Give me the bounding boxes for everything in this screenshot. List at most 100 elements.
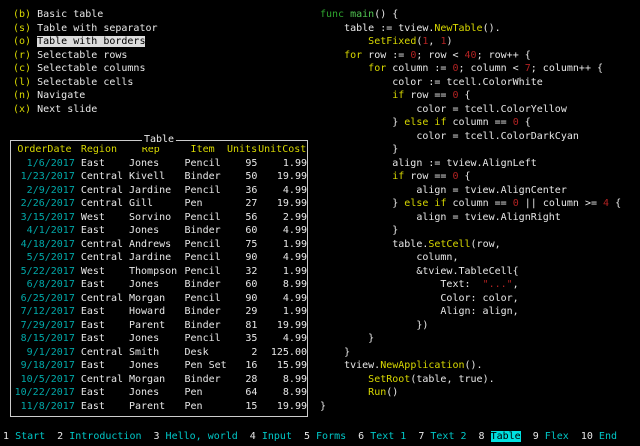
code-token: } [320, 401, 326, 412]
code-token: (row, [471, 239, 501, 250]
table-cell: Jones [123, 332, 179, 346]
code-token: table := tview. [320, 23, 434, 34]
table-row: 1/6/2017EastJonesPencil951.99 [14, 157, 307, 171]
statusbar-item[interactable]: 6 Text 1 [358, 431, 406, 442]
menu-item[interactable]: (l) Selectable cells [13, 76, 158, 90]
menu-item[interactable]: (s) Table with separator [13, 22, 158, 36]
table-cell: 56 [227, 211, 258, 225]
table-cell: 75 [227, 238, 258, 252]
table-cell: Pencil [179, 332, 227, 346]
statusbar-item-label: Text 2 [430, 431, 466, 442]
menu-item[interactable]: (x) Next slide [13, 103, 158, 117]
table-cell: 6/25/2017 [14, 292, 75, 306]
table-row: 11/8/2017EastParentPen1519.99 [14, 400, 307, 414]
table-cell: 4.99 [257, 332, 307, 346]
code-line: &tview.TableCell{ [320, 265, 621, 279]
table-cell: 6/8/2017 [14, 278, 75, 292]
statusbar-item-number: 2 [57, 431, 63, 442]
table-cell: 1.99 [257, 238, 307, 252]
code-token: func [320, 9, 350, 20]
code-line: } [320, 400, 621, 414]
code-line: SetFixed(1, 1) [320, 35, 621, 49]
menu-item-shortcut: (r) [13, 50, 31, 61]
table-cell: 64 [227, 386, 258, 400]
table-cell: Central [75, 292, 123, 306]
code-token: } [320, 117, 404, 128]
code-token: { [519, 117, 531, 128]
table-cell: Jones [123, 157, 179, 171]
code-line: if row == 0 { [320, 170, 621, 184]
code-line: table := tview.NewTable(). [320, 22, 621, 36]
statusbar-item-number: 8 [479, 431, 485, 442]
code-line: Text: "...", [320, 278, 621, 292]
table-cell: West [75, 265, 123, 279]
table-cell: Pen [179, 400, 227, 414]
code-line: if row == 0 { [320, 89, 621, 103]
code-token: table. [320, 239, 428, 250]
code-token: column == [446, 117, 512, 128]
table-cell: 35 [227, 332, 258, 346]
statusbar-item[interactable]: 4 Input [250, 431, 292, 442]
statusbar-item[interactable]: 8 Table [479, 431, 521, 442]
statusbar-item-number: 10 [581, 431, 593, 442]
code-token: column := [386, 63, 452, 74]
code-line: }) [320, 319, 621, 333]
table-cell: 19.99 [257, 197, 307, 211]
table-column-header: Item [179, 143, 227, 157]
code-line: color := tcell.ColorWhite [320, 76, 621, 90]
statusbar-item-label: Input [262, 431, 292, 442]
code-token: } [320, 347, 350, 358]
statusbar-item-number: 4 [250, 431, 256, 442]
code-line: for column := 0; column < 7; column++ { [320, 62, 621, 76]
table-row: 10/22/2017EastJonesPen648.99 [14, 386, 307, 400]
menu-item-shortcut: (s) [13, 23, 31, 34]
code-token: ; column++ { [531, 63, 603, 74]
table-row: 3/15/2017WestSorvinoPencil562.99 [14, 211, 307, 225]
table-cell: Desk [179, 346, 227, 360]
code-token [320, 171, 392, 182]
code-token: } [320, 198, 404, 209]
menu-item-label: Basic table [37, 9, 103, 20]
statusbar-item[interactable]: 5 Forms [304, 431, 346, 442]
statusbar-item-number: 5 [304, 431, 310, 442]
statusbar-item-number: 6 [358, 431, 364, 442]
code-token: Color: color, [320, 293, 519, 304]
table-cell: 4.99 [257, 184, 307, 198]
menu-item[interactable]: (o) Table with borders [13, 35, 158, 49]
table-cell: Binder [179, 278, 227, 292]
table-row: 5/22/2017WestThompsonPencil321.99 [14, 265, 307, 279]
code-token: column, [320, 252, 458, 263]
code-token: ; column < [459, 63, 525, 74]
statusbar-item[interactable]: 3 Hello, world [153, 431, 237, 442]
statusbar-item-number: 7 [418, 431, 424, 442]
statusbar-item-label: Start [15, 431, 45, 442]
table-cell: 60 [227, 278, 258, 292]
table-cell: 81 [227, 319, 258, 333]
code-token [320, 90, 392, 101]
statusbar-item[interactable]: 2 Introduction [57, 431, 141, 442]
table-cell: 28 [227, 373, 258, 387]
statusbar-item-label: Table [491, 431, 521, 442]
statusbar-item[interactable]: 9 Flex [533, 431, 569, 442]
table-row: 2/9/2017CentralJardinePencil364.99 [14, 184, 307, 198]
code-token [320, 387, 368, 398]
statusbar-item[interactable]: 7 Text 2 [418, 431, 466, 442]
menu-item[interactable]: (b) Basic table [13, 8, 158, 22]
menu-item-label: Selectable columns [37, 63, 145, 74]
statusbar-item-number: 9 [533, 431, 539, 442]
table-cell: Binder [179, 305, 227, 319]
menu-item[interactable]: (n) Navigate [13, 89, 158, 103]
table-cell: 4.99 [257, 224, 307, 238]
menu-item[interactable]: (c) Selectable columns [13, 62, 158, 76]
table-cell: 15 [227, 400, 258, 414]
code-line: } else if column == 0 || column >= 4 { [320, 197, 621, 211]
statusbar-item[interactable]: 1 Start [3, 431, 45, 442]
statusbar-item[interactable]: 10 End [581, 431, 617, 442]
slide-status-bar: 1 Start 2 Introduction 3 Hello, world 4 Inp… [3, 430, 640, 444]
statusbar-item-label: Text 1 [370, 431, 406, 442]
code-token: () [386, 387, 398, 398]
menu-item-label: Table with borders [37, 36, 145, 47]
code-token [320, 50, 344, 61]
table-cell: Central [75, 170, 123, 184]
menu-item[interactable]: (r) Selectable rows [13, 49, 158, 63]
